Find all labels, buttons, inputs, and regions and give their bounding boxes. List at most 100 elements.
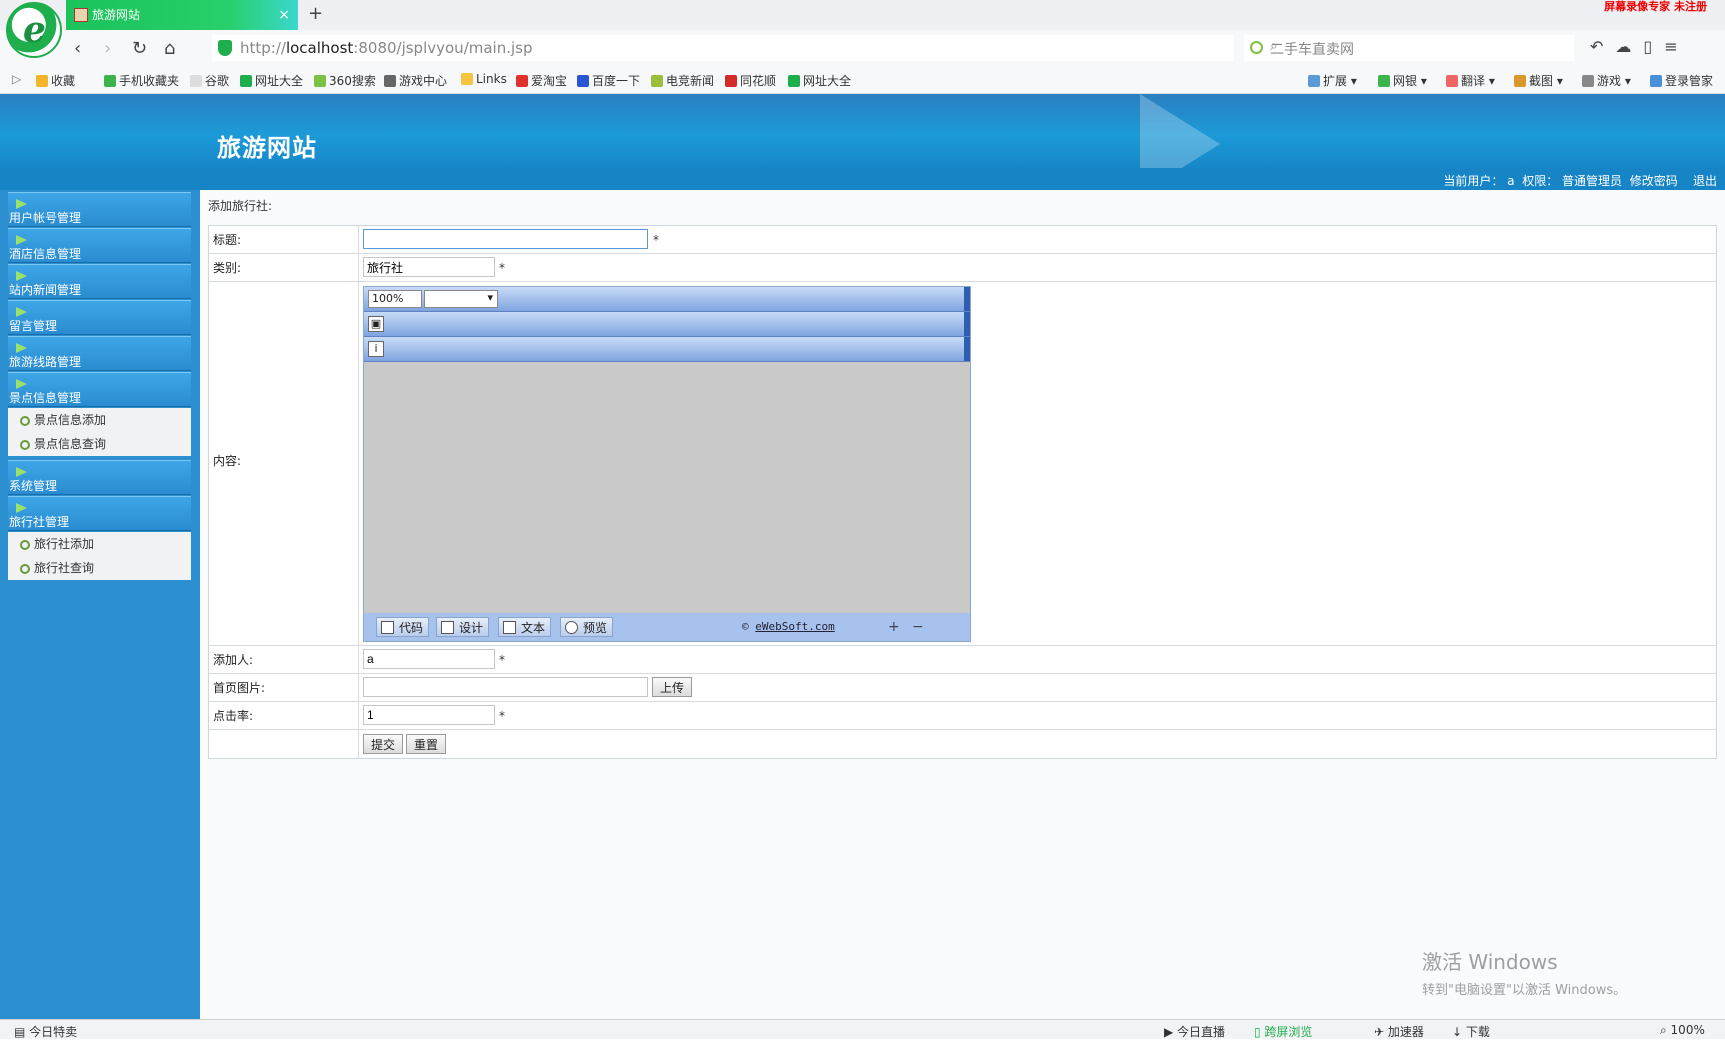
bookmark-item[interactable]: 网址大全 [788, 72, 851, 89]
editor-credit: © eWebSoft.com [742, 620, 835, 633]
page-zoom[interactable]: ⌕ 100% [1660, 1023, 1705, 1038]
form-row-actions: 提交 重置 [209, 730, 1716, 758]
cross-screen-link[interactable]: ▯ 跨屏浏览 [1254, 1023, 1312, 1040]
sidebar-item-label: 留言管理 [9, 319, 58, 333]
home-icon[interactable]: ⌂ [164, 38, 175, 59]
zoom-in-icon[interactable]: + [888, 619, 900, 635]
bookmark-item[interactable]: 电竞新闻 [651, 72, 714, 89]
translate-menu[interactable]: 翻译 ▾ [1446, 72, 1495, 89]
login-manager-button[interactable]: 登录管家 [1650, 72, 1713, 89]
bookmark-item[interactable]: 收藏 [36, 72, 75, 89]
live-link[interactable]: ▶ 今日直播 [1164, 1023, 1225, 1040]
triangle-icon [16, 307, 27, 317]
recorder-watermark: 屏幕录像专家 未注册 [1604, 0, 1707, 13]
site-header: 旅游网站 [0, 94, 1725, 168]
screenshot-menu[interactable]: 截图 ▾ [1514, 72, 1563, 89]
bookmark-item[interactable]: 谷歌 [190, 72, 229, 89]
sidebar-item-label: 旅行社管理 [9, 515, 70, 529]
form-row-adder: 添加人: * [209, 646, 1716, 674]
forward-icon[interactable]: › [104, 38, 111, 59]
submenu-item-scenic-query[interactable]: 景点信息查询 [8, 432, 191, 456]
submenu-item-scenic-add[interactable]: 景点信息添加 [8, 408, 191, 432]
search-input[interactable]: 二手车直卖网 ⌕ [1244, 35, 1574, 61]
ewebsoft-link[interactable]: eWebSoft.com [755, 620, 834, 633]
sidebar-item-routes[interactable]: 旅游线路管理 [8, 336, 191, 371]
reload-icon[interactable]: ↻ [132, 38, 147, 59]
type-label: 类别: [209, 254, 359, 281]
title-input[interactable] [363, 229, 648, 249]
triangle-icon [16, 467, 27, 477]
sidebar-toggle-icon[interactable]: ▷ [12, 72, 21, 86]
sidebar-item-system[interactable]: 系统管理 [8, 460, 191, 495]
form-row-clicks: 点击率: * [209, 702, 1716, 730]
browser-status-bar: ▤ 今日特卖 ▶ 今日直播 ▯ 跨屏浏览 ✈ 加速器 ↓ 下载 ⌕ 100% [0, 1019, 1725, 1039]
toolbar-icons[interactable]: ↶☁▯≡ [1590, 37, 1690, 56]
address-bar: ‹ › ↻ ⌂ http://localhost:8080/jsplvyou/m… [0, 30, 1725, 66]
sidebar-item-news[interactable]: 站内新闻管理 [8, 264, 191, 299]
bookmark-item[interactable]: 百度一下 [577, 72, 640, 89]
new-tab-button[interactable]: + [308, 3, 323, 24]
bookmark-item[interactable]: 爱淘宝 [516, 72, 567, 89]
scenic-submenu: 景点信息添加 景点信息查询 [8, 408, 191, 456]
triangle-icon [16, 343, 27, 353]
adder-input[interactable] [363, 649, 495, 669]
games-menu[interactable]: 游戏 ▾ [1582, 72, 1631, 89]
image-icon[interactable]: ▣ [368, 316, 384, 332]
user-bar: 当前用户： a 权限： 普通管理员 修改密码 退出 [0, 168, 1725, 190]
bookmark-folder[interactable]: Links [461, 72, 507, 86]
bookmark-item[interactable]: 网址大全 [240, 72, 303, 89]
font-select[interactable]: ▾ [424, 290, 498, 308]
bank-menu[interactable]: 网银 ▾ [1378, 72, 1427, 89]
form-row-title: 标题: * [209, 226, 1716, 254]
globe-icon [565, 621, 578, 634]
triangle-icon [16, 379, 27, 389]
sidebar-item-label: 系统管理 [9, 479, 58, 493]
sidebar-item-label: 旅游线路管理 [9, 355, 82, 369]
sidebar-item-hotels[interactable]: 酒店信息管理 [8, 228, 191, 263]
browser-logo-icon[interactable]: e [6, 2, 62, 58]
bookmark-item[interactable]: 360搜索 [314, 72, 376, 89]
text-icon [503, 621, 516, 634]
daily-deals-link[interactable]: ▤ 今日特卖 [14, 1023, 77, 1040]
title-label: 标题: [209, 226, 359, 253]
upload-button[interactable]: 上传 [652, 677, 693, 697]
browser-tab-title: 旅游网站 [92, 8, 141, 22]
submenu-item-agency-query[interactable]: 旅行社查询 [8, 556, 191, 580]
extensions-menu[interactable]: 扩展 ▾ [1308, 72, 1357, 89]
watermark-line2: 转到"电脑设置"以激活 Windows。 [1422, 983, 1627, 998]
mode-text-button[interactable]: 文本 [498, 617, 552, 637]
download-link[interactable]: ↓ 下载 [1452, 1023, 1490, 1040]
reset-button[interactable]: 重置 [406, 734, 447, 754]
change-password-link[interactable]: 修改密码 [1630, 174, 1678, 188]
zoom-select[interactable]: 100% [368, 290, 422, 308]
submenu-item-agency-add[interactable]: 旅行社添加 [8, 532, 191, 556]
bookmark-item[interactable]: 同花顺 [725, 72, 776, 89]
clicks-input[interactable] [363, 705, 495, 725]
mode-code-button[interactable]: 代码 [376, 617, 430, 637]
site-title: 旅游网站 [217, 133, 317, 162]
logout-link[interactable]: 退出 [1693, 174, 1717, 188]
url-input[interactable]: http://localhost:8080/jsplvyou/main.jsp [212, 35, 1234, 61]
triangle-icon [16, 503, 27, 513]
accelerator-link[interactable]: ✈ 加速器 [1374, 1023, 1424, 1040]
required-mark: * [499, 653, 505, 667]
search-icon[interactable]: ⌕ [1270, 38, 1570, 54]
close-tab-icon[interactable]: × [278, 0, 290, 30]
submit-button[interactable]: 提交 [363, 734, 404, 754]
editor-content-area[interactable] [364, 363, 970, 613]
zoom-out-icon[interactable]: − [912, 619, 924, 635]
mode-design-button[interactable]: 设计 [436, 617, 490, 637]
main-content: 添加旅行社: 标题: * 类别: * 内容: 100% [200, 190, 1725, 1019]
browser-tab-active[interactable]: 旅游网站 × [66, 0, 298, 30]
type-input[interactable] [363, 257, 495, 277]
back-icon[interactable]: ‹ [74, 38, 81, 59]
bookmark-item[interactable]: 游戏中心 [384, 72, 447, 89]
image-path-input[interactable] [363, 677, 648, 697]
sidebar-item-users[interactable]: 用户帐号管理 [8, 192, 191, 227]
sidebar-item-agency[interactable]: 旅行社管理 [8, 496, 191, 531]
sidebar-item-messages[interactable]: 留言管理 [8, 300, 191, 335]
mode-preview-button[interactable]: 预览 [560, 617, 614, 637]
bookmark-item[interactable]: 手机收藏夹 [104, 72, 179, 89]
info-icon[interactable]: i [368, 341, 384, 357]
sidebar-item-scenic[interactable]: 景点信息管理 [8, 372, 191, 407]
